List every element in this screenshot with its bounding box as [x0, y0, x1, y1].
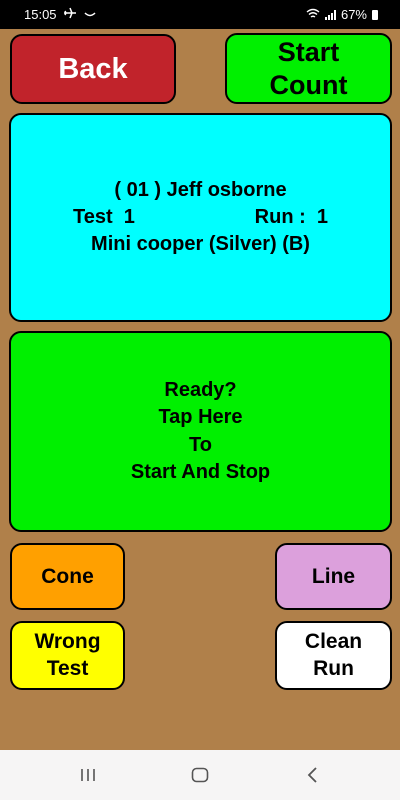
timer-line-2: Tap Here	[158, 406, 243, 429]
start-count-button[interactable]: Start Count	[225, 33, 392, 104]
start-count-label-line1: Start	[277, 37, 340, 68]
clean-run-label-line1: Clean	[304, 629, 363, 653]
timer-line-1: Ready?	[164, 379, 237, 402]
home-icon[interactable]	[185, 762, 215, 788]
clean-run-button[interactable]: Clean Run	[275, 621, 392, 690]
battery-percent: 67%	[340, 7, 367, 22]
wifi-icon	[306, 7, 320, 22]
start-count-label-line2: Count	[269, 69, 348, 100]
battery-icon	[372, 9, 378, 20]
wrong-test-label-line2: Test	[46, 656, 89, 680]
status-right: 67%	[306, 7, 378, 22]
run-label: Run : 1	[254, 206, 328, 228]
recent-apps-icon[interactable]	[73, 762, 103, 788]
back-icon[interactable]	[298, 762, 328, 788]
competitor-info-panel: ( 01 ) Jeff osborne Test 1 Run : 1 Mini …	[9, 113, 392, 322]
car-description: Mini cooper (Silver) (B)	[91, 233, 310, 255]
timer-tap-area[interactable]: Ready? Tap Here To Start And Stop	[9, 331, 392, 532]
line-button-label: Line	[311, 564, 356, 588]
clean-run-label-line2: Run	[313, 656, 354, 680]
cloud-icon	[83, 7, 97, 22]
timer-line-3: To	[189, 433, 212, 456]
status-bar: 15:05 67%	[0, 0, 400, 29]
cone-button-label: Cone	[41, 564, 94, 588]
cone-button[interactable]: Cone	[10, 543, 125, 610]
wrong-test-button[interactable]: Wrong Test	[10, 621, 125, 690]
airplane-icon	[63, 7, 77, 22]
line-button[interactable]: Line	[275, 543, 392, 610]
signal-icon	[324, 9, 336, 20]
back-button[interactable]: Back	[10, 34, 176, 104]
navigation-bar	[0, 750, 400, 800]
status-time: 15:05	[24, 7, 57, 22]
wrong-test-label-line1: Wrong	[34, 629, 101, 653]
timer-line-4: Start And Stop	[130, 460, 271, 483]
back-button-label: Back	[58, 52, 128, 85]
driver-name: ( 01 ) Jeff osborne	[114, 179, 287, 201]
test-label: Test 1	[73, 206, 135, 228]
status-left: 15:05	[24, 7, 97, 22]
test-run-row: Test 1 Run : 1	[73, 204, 328, 231]
